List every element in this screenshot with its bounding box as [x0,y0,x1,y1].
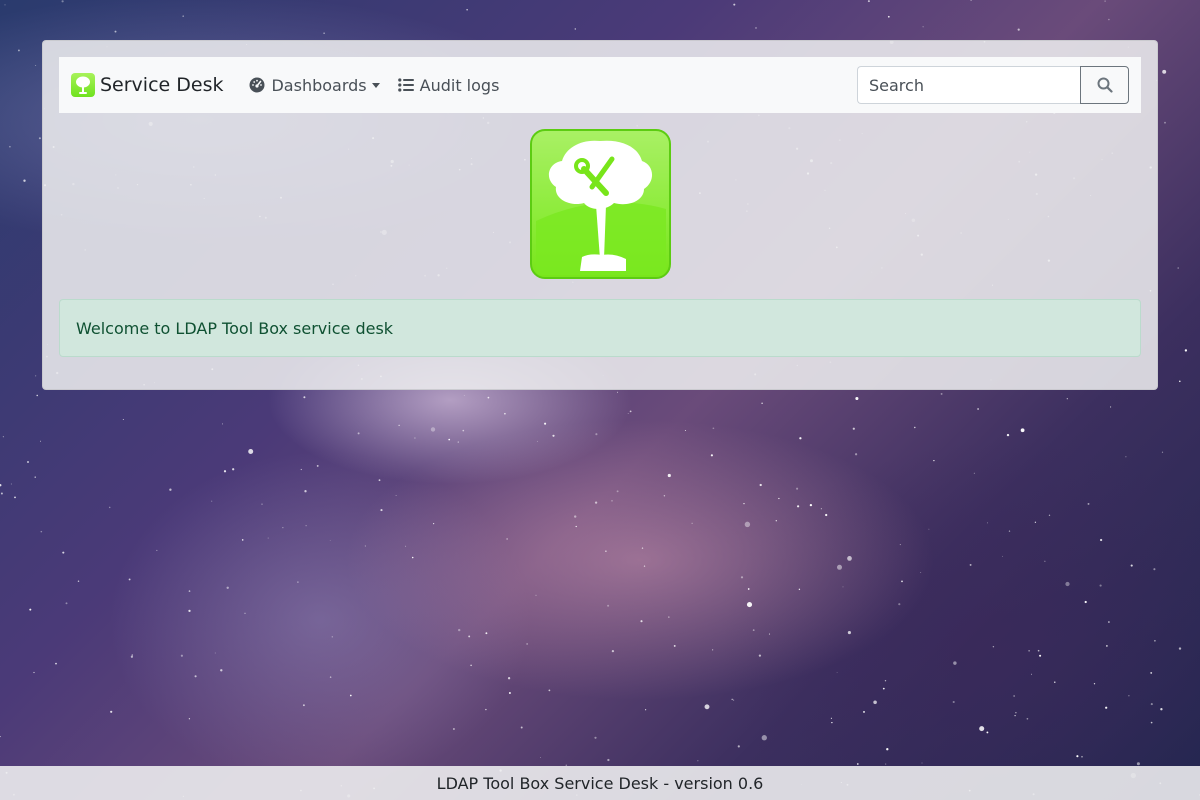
chevron-down-icon [371,82,380,88]
search-icon [1097,77,1113,93]
footer-version-text: LDAP Tool Box Service Desk - version 0.6 [436,773,764,793]
nav-dashboards-dropdown[interactable]: Dashboards [249,75,380,95]
welcome-alert: Welcome to LDAP Tool Box service desk [59,299,1141,357]
ltb-logo-icon [71,73,95,97]
navbar: Service Desk Dashboards Audit logs Searc… [59,57,1141,113]
footer: LDAP Tool Box Service Desk - version 0.6 [0,766,1200,800]
nav-audit-logs[interactable]: Audit logs [397,75,500,95]
search-button[interactable] [1080,66,1129,104]
brand-link[interactable]: Service Desk [71,73,223,97]
search-form [857,66,1129,104]
search-input[interactable] [857,66,1080,104]
nav-dashboards-label: Dashboards [271,75,367,95]
gauge-icon [249,77,265,93]
main-panel: Service Desk Dashboards Audit logs Searc… [42,40,1158,390]
brand-name: Service Desk [100,74,224,96]
nav-audit-logs-label: Audit logs [419,75,500,95]
list-icon [397,78,414,92]
ltb-service-desk-logo [530,129,671,279]
welcome-message: Welcome to LDAP Tool Box service desk [76,318,394,338]
